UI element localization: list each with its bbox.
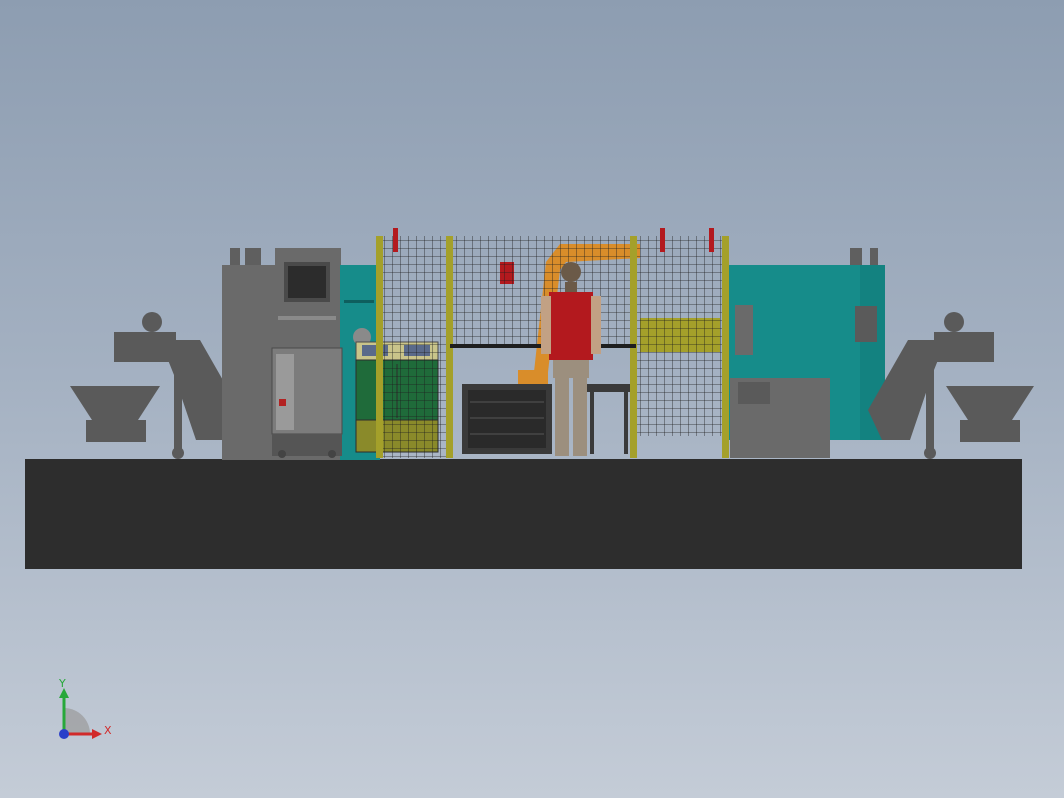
cad-assembly-scene[interactable] <box>0 0 1064 798</box>
left-chip-bin <box>70 386 160 442</box>
x-axis-label: X <box>104 724 112 737</box>
left-coolant-unit <box>271 347 343 458</box>
parts-table <box>462 384 633 454</box>
z-axis-dot <box>59 729 69 739</box>
triad-quarter-disc <box>64 708 90 734</box>
floor-platform <box>25 459 1022 569</box>
x-axis-arrowhead <box>92 729 102 739</box>
y-axis-label: Y <box>58 677 66 690</box>
cad-viewport[interactable]: Y X <box>0 0 1064 798</box>
right-chip-bin <box>946 386 1034 442</box>
coordinate-triad: Y X <box>58 677 112 739</box>
